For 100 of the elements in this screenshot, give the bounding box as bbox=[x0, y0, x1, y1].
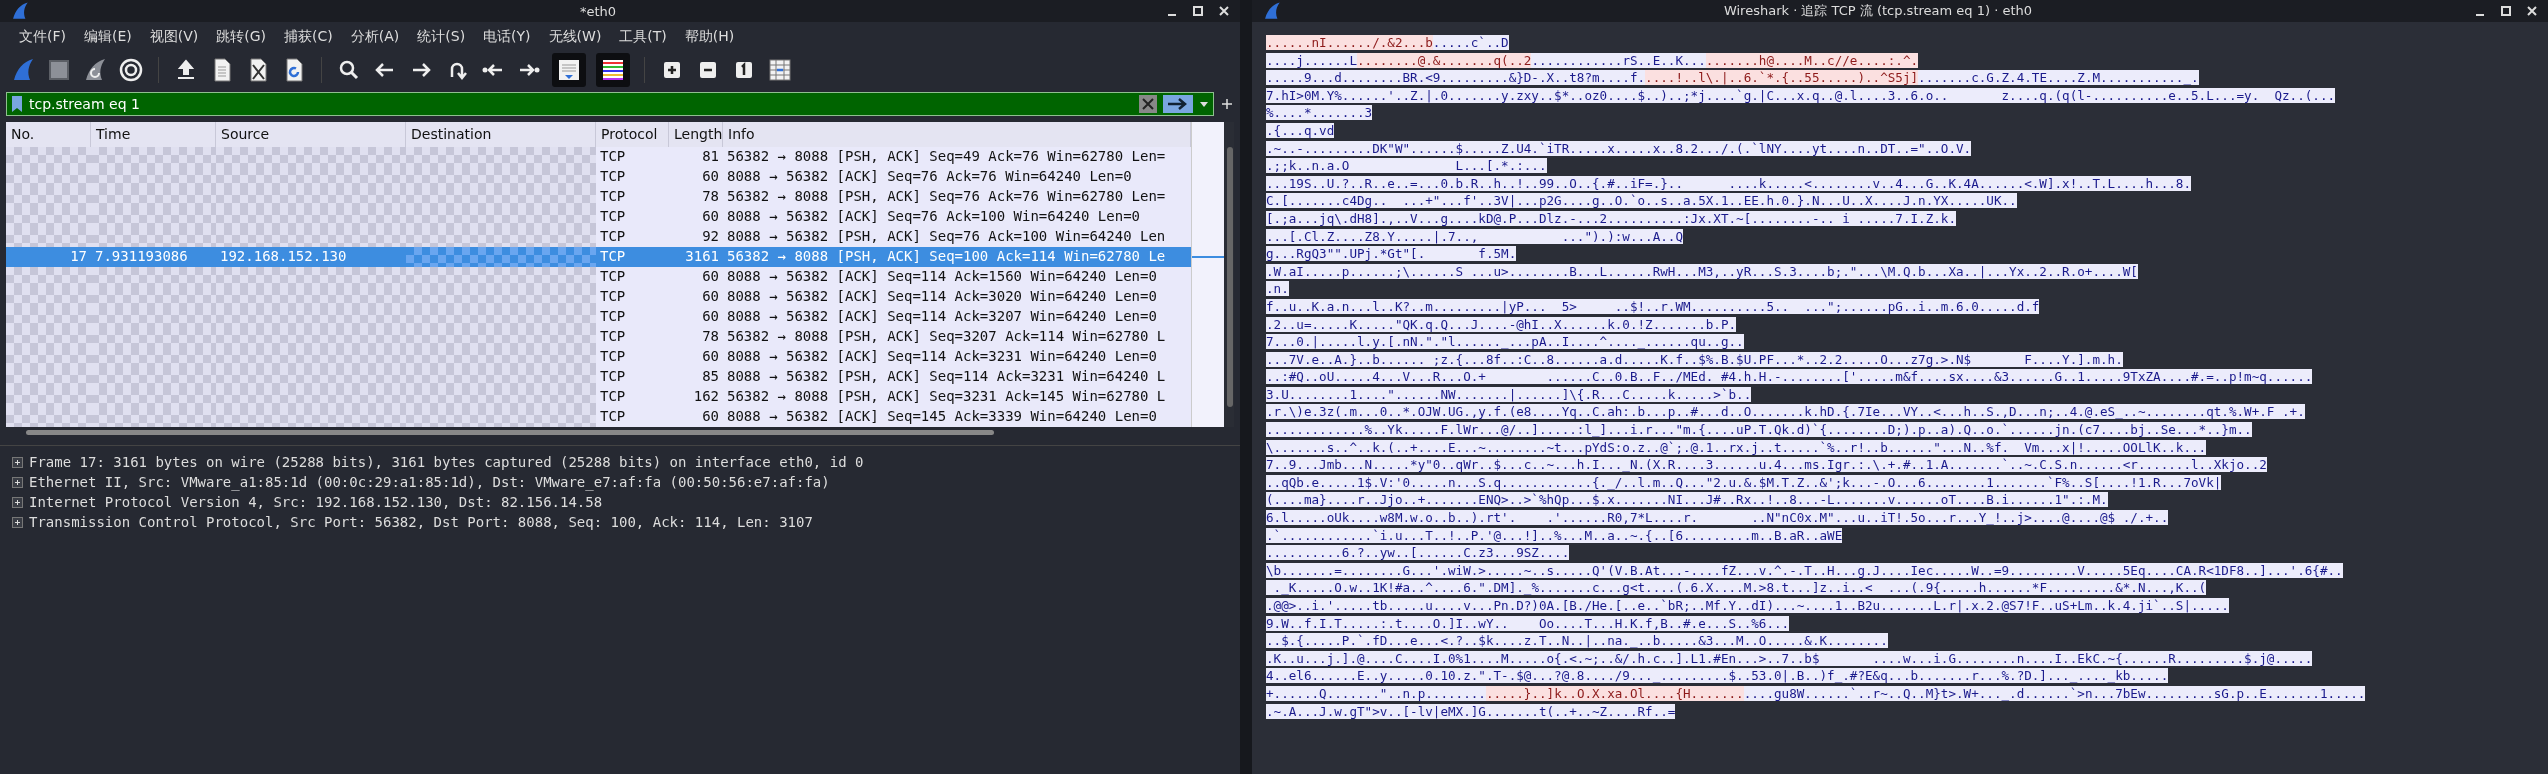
bookmark-icon[interactable] bbox=[11, 95, 23, 113]
table-cell-text: 81 bbox=[701, 147, 720, 166]
client-data-text: .2..u=.....K....."QK.q.Q...J....-@hI..X......k.0.!Z.......b.P. bbox=[1266, 316, 1737, 332]
close-icon[interactable] bbox=[2526, 5, 2538, 17]
client-data-text: 9.W..f.I.T.....:.t....O.]I..wY.. Oo....T...H.K.f,B..#.e...S..%6... bbox=[1266, 615, 1790, 631]
menu-item[interactable]: 工具(T) bbox=[610, 28, 676, 46]
tree-item[interactable]: Internet Protocol Version 4, Src: 192.168.152.130, Dst: 82.156.14.58 bbox=[29, 494, 603, 510]
packet-row[interactable]: TCP 60 8088 → 56382 [ACK] Seq=76 Ack=100 Win=64240 Len=0 bbox=[6, 207, 1191, 227]
tree-item[interactable]: Transmission Control Protocol, Src Port: 56382, Dst Port: 8088, Seq: 100, Ack: 114, Len: 3107 bbox=[29, 514, 813, 530]
client-data-text: ...19S..U.?..R..e..=...0.b.R..h..!..99..O..{.#..iF=.}.. ....k.....<........v..4...G..K.4A......<.W].x!..T.L....h...8. bbox=[1266, 175, 2191, 191]
client-data-text: \b.......=........G...'.wiW.>.....~..s.....Q'(V.B.At...-....fZ...v.^.-.T..H...g.J....Iec.....W..=9.........V.....5Eq....CA.R<1DF8..]...'.6{#.. bbox=[1266, 562, 2343, 578]
packet-row[interactable]: TCP 162 56382 → 8088 [PSH, ACK] Seq=3231 Ack=145 Win=62780 L bbox=[6, 387, 1191, 407]
packet-row[interactable]: TCP 85 8088 → 56382 [PSH, ACK] Seq=114 Ack=3231 Win=64240 L bbox=[6, 367, 1191, 387]
client-data-text: 6.l.....oUk....w8M.w.o..b..).rt'. .'......R0,7*L....r. ..N"nC0x.M"...u..iT!.5o...r...Y_!..j>....@....@$ ./.+.. bbox=[1266, 510, 2169, 526]
maximize-icon[interactable] bbox=[2500, 5, 2512, 17]
table-cell-text: 17 bbox=[69, 247, 88, 266]
menu-item[interactable]: 文件(F) bbox=[10, 28, 75, 46]
packet-row[interactable]: TCP 60 8088 → 56382 [ACK] Seq=114 Ack=3231 Win=64240 Len=0 bbox=[6, 347, 1191, 367]
display-filter-bar[interactable]: tcp.stream eq 1 bbox=[6, 92, 1214, 116]
client-data-text: g...RgQ3"".UPj.*Gt"[. f.5M. bbox=[1266, 246, 1517, 262]
client-data-text: .K..u...j.].@....C....I.0%1....M.....o{.<.~;..&/.h.c..].L1.#En...>..7..b$ ....w...i.G........n....I..EkC.~{......R.........$.j@..... bbox=[1266, 650, 2313, 666]
client-data-text: .n. bbox=[1266, 281, 1289, 297]
menu-item[interactable]: 帮助(H) bbox=[675, 28, 744, 46]
client-data-text: .`............`i.u...T..!..P.'@...!]..%...M..a..~.{..[6.........m..B.aR..aWE bbox=[1266, 527, 1843, 543]
packet-row[interactable]: TCP 78 56382 → 8088 [PSH, ACK] Seq=76 Ack=76 Win=62780 Len= bbox=[6, 187, 1191, 207]
table-cell-text: TCP bbox=[599, 147, 627, 166]
client-data-text: .r.\)e.3z(.m...0..*.OJW.UG.,y.f.(e8....Yq..C.ah:.b...p..#...d..O.......k.hD.{.7Ie...VY..<...h..S.,D...n;..4.@.eS_..~........qt.%.W+.F .+. bbox=[1266, 404, 2305, 420]
close-icon[interactable] bbox=[1218, 5, 1230, 17]
table-cell-text: 162 bbox=[692, 387, 720, 406]
table-cell-text: 8088 → 56382 [ACK] Seq=145 Ack=3339 Win=64240 Len=0 bbox=[726, 407, 1158, 426]
menu-item[interactable]: 无线(W) bbox=[539, 28, 611, 46]
table-cell-text: 60 bbox=[701, 207, 720, 226]
packet-row[interactable]: TCP 60 8088 → 56382 [ACK] Seq=145 Ack=3339 Win=64240 Len=0 bbox=[6, 407, 1191, 427]
table-cell-text: TCP bbox=[599, 327, 627, 346]
menu-item[interactable]: 捕获(C) bbox=[275, 28, 342, 46]
packet-row[interactable]: TCP 60 8088 → 56382 [ACK] Seq=114 Ack=3207 Win=64240 Len=0 bbox=[6, 307, 1191, 327]
packet-row[interactable]: TCP 81 56382 → 8088 [PSH, ACK] Seq=49 Ack=76 Win=62780 Len= bbox=[6, 147, 1191, 167]
tree-item[interactable]: Ethernet II, Src: VMware_a1:85:1d (00:0c:29:a1:85:1d), Dst: VMware_e7:af:fa (00:50:56:e7:af:fa) bbox=[29, 474, 830, 490]
settings-icon[interactable] bbox=[118, 57, 144, 83]
client-data-text: ._K.....O.w..1K!#a..^....6.".DM]._%.......c...g<t....(.6.X....M.>8.t...]z..i..< ...(.9{.....h......*F.........&*.N...,K..( bbox=[1266, 580, 2207, 596]
client-data-text: %....*.......3 bbox=[1266, 105, 1373, 121]
table-cell-text: TCP bbox=[599, 207, 627, 226]
client-data-text: (....ma}....r..Jjo..+.......ENQ>..>`%hQp...$.x.......NI...J#..Rx..!..8...-L.......v......oT....B.i......1".:.M. bbox=[1266, 492, 2108, 508]
menu-item[interactable]: 视图(V) bbox=[140, 28, 208, 46]
server-data-text: .......h@....M..c//e....:.^. bbox=[1705, 52, 1919, 68]
tree-item[interactable]: Frame 17: 3161 bytes on wire (25288 bits), 3161 bytes captured (25288 bits) on interface eth0, id 0 bbox=[29, 454, 864, 470]
table-cell-text: TCP bbox=[599, 387, 627, 406]
window-title: Wireshark · 追踪 TCP 流 (tcp.stream eq 1) · eth0 bbox=[1722, 2, 2034, 20]
server-data-text: .....}..]k..O.X.xa.Ol....{H....... bbox=[1485, 685, 1744, 701]
resize-columns-icon[interactable] bbox=[767, 57, 793, 83]
table-cell-text: 56382 → 8088 [PSH, ACK] Seq=100 Ack=114 Win=62780 Le bbox=[726, 247, 1167, 266]
client-data-text: .W.aI.....p......;\......S ...u>........B...L......RwH...M3,..yR...S.3....b;."...\M.Q.b...Xa..|...Yx..2..R.o+....W[ bbox=[1266, 263, 2138, 279]
packet-row[interactable]: TCP 92 8088 → 56382 [PSH, ACK] Seq=76 Ack=100 Win=64240 Len bbox=[6, 227, 1191, 247]
client-data-text: ...7V.e..A.}..b...... ;z.{...8f..:C..8......a.d.....K.f..$%.B.$U.PF...*..2.2.....O...z7g.>.N$ F....Y.].m.h. bbox=[1266, 351, 2123, 367]
client-data-text: ..$.{.....P.`.fD...e...<.?..$k....z.T..N..|..na._..b.....&3...M..O.....&.K........ bbox=[1266, 633, 1888, 649]
packet-row[interactable]: TCP 60 8088 → 56382 [ACK] Seq=114 Ack=3020 Win=64240 Len=0 bbox=[6, 287, 1191, 307]
packet-row[interactable]: TCP 78 56382 → 8088 [PSH, ACK] Seq=3207 Ack=114 Win=62780 L bbox=[6, 327, 1191, 347]
column-header[interactable]: Length bbox=[669, 122, 723, 147]
window-title: *eth0 bbox=[578, 3, 618, 19]
table-cell-text: 7.931193086 bbox=[94, 247, 189, 266]
expand-icon[interactable] bbox=[12, 516, 23, 528]
expand-icon[interactable] bbox=[12, 496, 23, 508]
expand-icon[interactable] bbox=[12, 476, 23, 488]
add-icon[interactable] bbox=[1220, 97, 1234, 111]
column-header[interactable]: Protocol bbox=[596, 122, 669, 147]
table-cell-text: TCP bbox=[599, 167, 627, 186]
display-filter-field[interactable]: tcp.stream eq 1 bbox=[29, 96, 1133, 112]
table-cell-text: 60 bbox=[701, 347, 720, 366]
table-cell-text: TCP bbox=[599, 227, 627, 246]
client-data-text: ............rS..E..K... bbox=[1531, 52, 1706, 68]
table-cell-text: TCP bbox=[599, 287, 627, 306]
table-cell-text: TCP bbox=[599, 407, 627, 426]
menu-item[interactable]: 编辑(E) bbox=[75, 28, 141, 46]
server-data-text: ......nI....../.&2...b bbox=[1266, 35, 1433, 50]
menu-item[interactable]: 分析(A) bbox=[341, 28, 409, 46]
expand-icon[interactable] bbox=[12, 456, 23, 468]
stop-square-icon[interactable] bbox=[46, 57, 72, 83]
table-cell-text: 8088 → 56382 [ACK] Seq=76 Ack=76 Win=64240 Len=0 bbox=[726, 167, 1133, 186]
menu-item[interactable]: 跳转(G) bbox=[207, 28, 276, 46]
maximize-icon[interactable] bbox=[1192, 5, 1204, 17]
client-data-text: [.;a...jq\.dH8].,..V...g....kD@.P...Dlz.-...2..........:Jx.XT.~[........-.. i .....7.I.Z.k. bbox=[1266, 210, 1956, 226]
client-data-text: .....c`..D bbox=[1432, 35, 1509, 50]
packet-row[interactable]: TCP 60 8088 → 56382 [ACK] Seq=76 Ack=76 Win=64240 Len=0 bbox=[6, 167, 1191, 187]
menu-item[interactable]: 统计(S) bbox=[408, 28, 475, 46]
table-cell-text: 8088 → 56382 [ACK] Seq=76 Ack=100 Win=64240 Len=0 bbox=[726, 207, 1141, 226]
server-data-text: ........@.&.......q(..2 bbox=[1357, 52, 1532, 68]
table-cell-text: 56382 → 8088 [PSH, ACK] Seq=76 Ack=76 Win=62780 Len= bbox=[726, 187, 1167, 206]
clear-icon[interactable] bbox=[1139, 95, 1157, 113]
caret-icon[interactable] bbox=[1199, 100, 1209, 108]
client-data-text: .............%..Yk.....F.lWr...@/..].....:l_]...i.r..."m.{....uP.T.Qk.d)`{........D;).p..a).Q..o.`......jn.(c7....bj..Se...*..}m.. bbox=[1266, 422, 2252, 438]
table-cell-text: TCP bbox=[599, 187, 627, 206]
client-data-text: .......c.G.Z.4.TE....Z.M..........._. bbox=[1918, 70, 2199, 86]
client-data-text: ...[.Cl.Z....Z8.Y.....|.7.., ...").):w...A..Q bbox=[1266, 228, 1683, 244]
table-cell-text: 60 bbox=[701, 407, 720, 426]
packet-row[interactable]: TCP 60 8088 → 56382 [ACK] Seq=114 Ack=1560 Win=64240 Len=0 bbox=[6, 267, 1191, 287]
client-data-text: ..:#Q..oU.....4...V...R...O.+ ......C..0.B..F../MEd. #4.h.H.-........['.....m&f....sx....&3......G..1.....9TxZA....#.=..p!m~q...... bbox=[1266, 369, 2313, 385]
client-data-text: .~..-.........DK"W"......$.....Z.U4.`iTR.....x.....x..8.2.../.(.`lNY....yt....n..DT..="..O.V. bbox=[1266, 140, 1972, 156]
table-cell-text: 192.168.152.130 bbox=[219, 247, 348, 266]
menu-item[interactable]: 电话(Y) bbox=[474, 28, 540, 46]
scrollbar[interactable] bbox=[1224, 122, 1234, 427]
